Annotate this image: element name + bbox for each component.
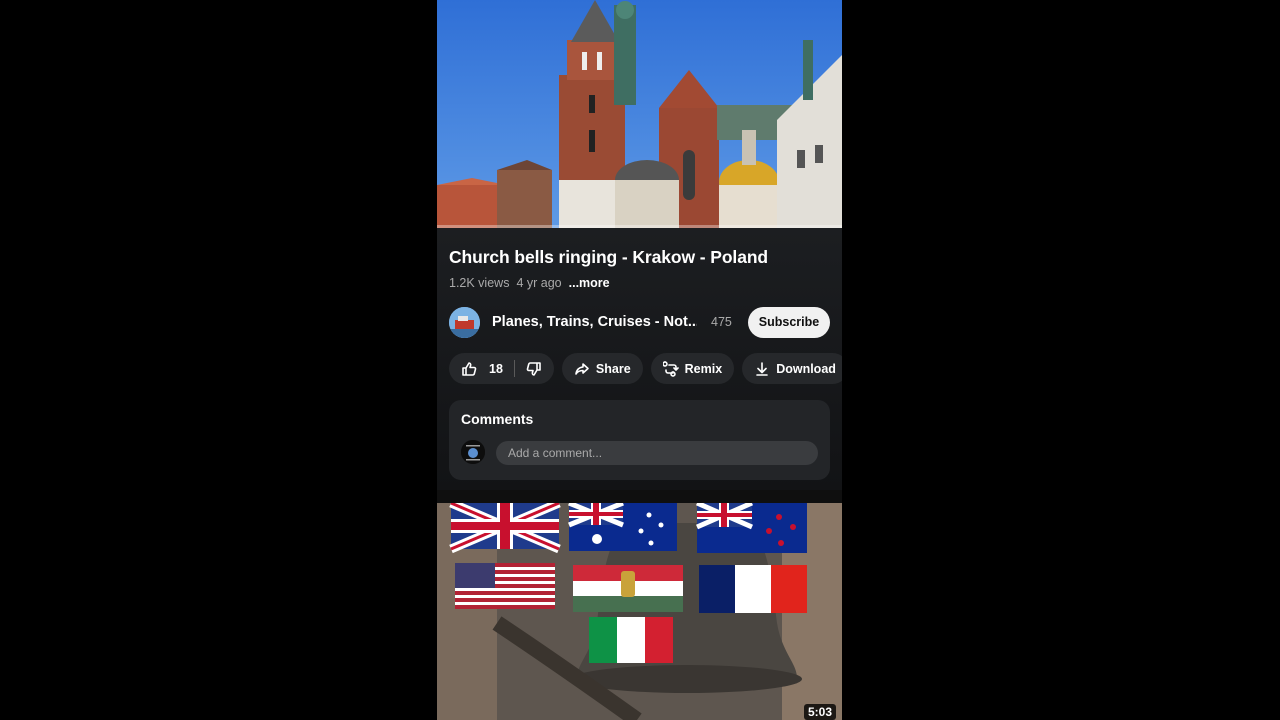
flag-usa — [455, 563, 555, 609]
subscriber-count: 475 — [711, 315, 732, 329]
add-comment-input[interactable] — [496, 441, 818, 465]
share-button[interactable]: Share — [561, 353, 643, 384]
video-player[interactable] — [437, 0, 842, 228]
channel-avatar-image — [449, 306, 480, 338]
channel-avatar[interactable] — [449, 306, 480, 338]
more-link[interactable]: ...more — [569, 276, 610, 290]
user-avatar — [461, 440, 485, 464]
view-count: 1.2K views — [449, 276, 510, 290]
channel-name[interactable]: Planes, Trains, Cruises - Not... — [492, 314, 697, 330]
thumbnail-image-bell-flags — [437, 503, 842, 720]
like-button[interactable]: 18 — [461, 361, 503, 377]
subscribe-button[interactable]: Subscribe — [748, 306, 830, 338]
next-video-thumbnail[interactable]: 5:03 — [437, 503, 842, 720]
flag-italy — [589, 617, 673, 663]
video-meta[interactable]: 1.2K views 4 yr ago ...more — [449, 276, 610, 290]
user-avatar-image — [461, 440, 485, 464]
share-icon — [575, 362, 589, 375]
channel-row[interactable]: Planes, Trains, Cruises - Not... 475 Sub… — [449, 306, 830, 338]
video-duration-badge: 5:03 — [803, 704, 836, 720]
remix-button[interactable]: Remix — [650, 353, 735, 384]
download-button[interactable]: Download — [742, 353, 842, 384]
like-divider — [513, 360, 515, 377]
flag-uk — [449, 503, 561, 554]
like-dislike-group: 18 — [449, 353, 554, 384]
like-count: 18 — [489, 361, 503, 376]
remix-label: Remix — [684, 361, 723, 376]
video-frame-cathedral — [437, 0, 842, 228]
download-label: Download — [776, 361, 836, 376]
upload-age: 4 yr ago — [516, 276, 562, 290]
download-icon — [756, 361, 768, 376]
thumbs-up-icon — [462, 361, 477, 376]
comments-title: Comments — [461, 411, 534, 427]
action-bar: 18 Share Remix Download — [449, 353, 842, 385]
comments-section[interactable]: Comments — [449, 400, 830, 480]
flag-france — [699, 565, 807, 613]
remix-icon — [662, 360, 679, 377]
flag-australia — [568, 503, 677, 551]
flag-hungary — [573, 565, 683, 612]
video-info-panel: Church bells ringing - Krakow - Poland 1… — [437, 228, 842, 490]
share-label: Share — [595, 361, 631, 376]
mobile-screen: Church bells ringing - Krakow - Poland 1… — [437, 0, 842, 720]
thumbs-down-icon — [526, 361, 541, 376]
dislike-button[interactable] — [526, 361, 542, 377]
flag-new-zealand — [696, 503, 807, 553]
video-title: Church bells ringing - Krakow - Poland — [449, 247, 769, 267]
